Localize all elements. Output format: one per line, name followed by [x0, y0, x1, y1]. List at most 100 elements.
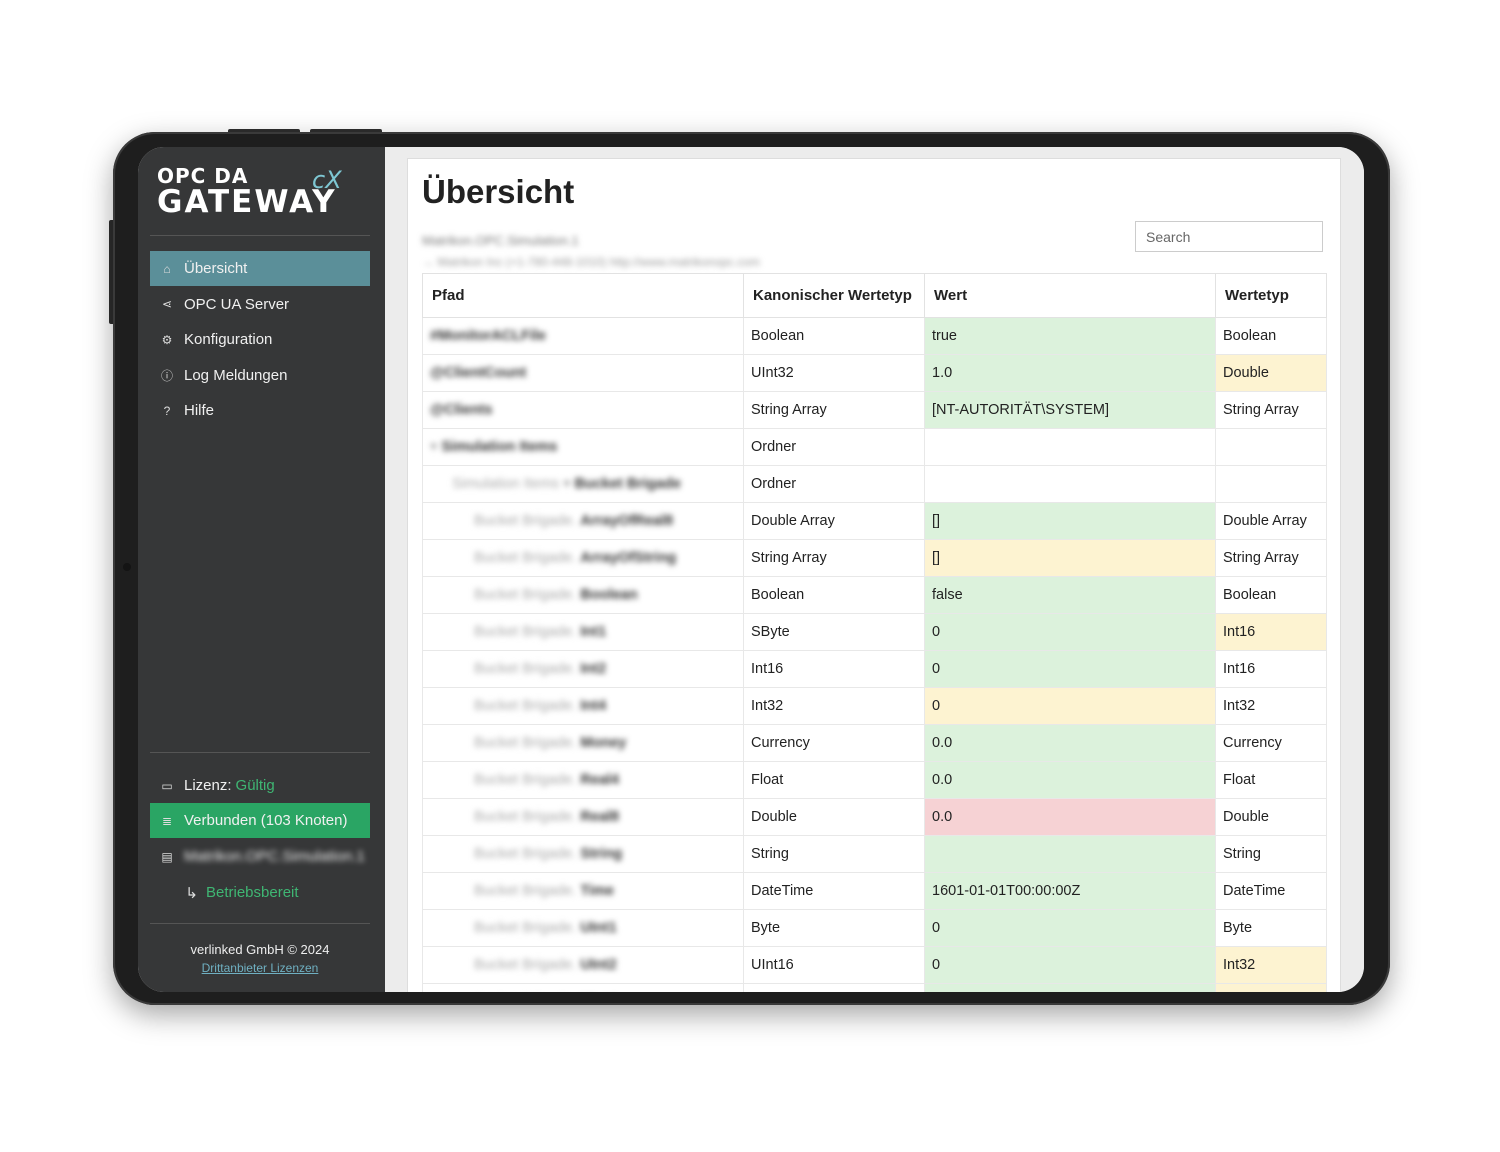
path-name: ArrayOfReal8	[580, 513, 674, 529]
path-prefix: ▾	[430, 439, 442, 455]
type-cell: Currency	[1215, 724, 1327, 762]
sidebar-item-hilfe[interactable]: ? Hilfe	[150, 393, 370, 428]
sidebar-item-log-meldungen[interactable]: ⓘ Log Meldungen	[150, 358, 370, 393]
type-cell: Double	[1215, 354, 1327, 392]
table-row[interactable]: @ClientCount UInt32 1.0 Double	[422, 354, 1327, 392]
path-text: @Clients	[430, 402, 492, 418]
value-cell: 0	[924, 613, 1216, 651]
search-input[interactable]	[1135, 221, 1323, 252]
third-party-licenses-link[interactable]: Drittanbieter Lizenzen	[150, 961, 370, 975]
path-name: UInt2	[580, 957, 617, 973]
type-cell: Double	[1215, 798, 1327, 836]
column-header-value[interactable]: Wert	[924, 273, 1216, 318]
table-row[interactable]: Bucket Brigade. Money Currency 0.0 Currency	[422, 724, 1327, 762]
path-name: Int2	[580, 661, 607, 677]
sidebar-item-label: OPC UA Server	[184, 295, 290, 313]
path-cell: #MonitorACLFile	[422, 317, 744, 355]
table-row[interactable]: ▾ Simulation Items Ordner	[422, 428, 1327, 466]
table-row[interactable]: Bucket Brigade. ArrayOfReal8 Double Array…	[422, 502, 1327, 540]
camera-dot	[123, 563, 131, 571]
value-cell: 0	[924, 687, 1216, 725]
sidebar-item-konfiguration[interactable]: ⚙ Konfiguration	[150, 322, 370, 357]
type-cell: String	[1215, 835, 1327, 873]
column-header-path[interactable]: Pfad	[422, 273, 744, 318]
canonical-type-cell: UInt32	[743, 354, 925, 392]
sidebar: OPC DA GATEWAY cX ⌂ Übersicht ⋖ OPC UA Serv…	[138, 147, 385, 992]
server-status: ↳ Betriebsbereit	[150, 875, 370, 910]
nodes-table: Pfad Kanonischer Wertetyp Wert Wertetyp …	[422, 273, 1327, 992]
help-circle-icon: ?	[163, 403, 171, 418]
table-row[interactable]: #MonitorACLFile Boolean true Boolean	[422, 317, 1327, 355]
path-cell: Bucket Brigade. Int2	[422, 650, 744, 688]
server-entry[interactable]: ▤ Matrikon.OPC.Simulation.1	[150, 839, 370, 874]
value-cell	[924, 428, 1216, 466]
table-row[interactable]: @Clients String Array [NT-AUTORITÄT\SYSTEM…	[422, 391, 1327, 429]
sidebar-footer: verlinked GmbH © 2024 Drittanbieter Lize…	[150, 942, 370, 975]
connection-status[interactable]: ≣ Verbunden (103 Knoten)	[150, 803, 370, 838]
value-cell	[924, 835, 1216, 873]
table-row[interactable]: Bucket Brigade. String String String	[422, 835, 1327, 873]
value-cell: []	[924, 502, 1216, 540]
type-cell: Byte	[1215, 909, 1327, 947]
type-cell: String Array	[1215, 539, 1327, 577]
value-cell: 0.0	[924, 983, 1216, 992]
path-cell: Bucket Brigade. UInt2	[422, 946, 744, 984]
table-row[interactable]: Bucket Brigade. Real8 Double 0.0 Double	[422, 798, 1327, 836]
value-cell: 1.0	[924, 354, 1216, 392]
path-name: Int1	[580, 624, 607, 640]
gear-icon: ⚙	[161, 332, 173, 347]
arrow-return-icon: ↳	[185, 884, 198, 902]
type-cell: Float	[1215, 761, 1327, 799]
table-row[interactable]: Bucket Brigade. Int2 Int16 0 Int16	[422, 650, 1327, 688]
type-cell: DateTime	[1215, 872, 1327, 910]
type-cell: Int32	[1215, 687, 1327, 725]
path-cell: Bucket Brigade. Boolean	[422, 576, 744, 614]
table-row[interactable]: Bucket Brigade. ArrayOfString String Arra…	[422, 539, 1327, 577]
sidebar-item-übersicht[interactable]: ⌂ Übersicht	[150, 251, 370, 286]
server-icon: ▤	[161, 849, 173, 864]
path-text: Bucket Brigade. Money	[474, 735, 626, 751]
path-name: Int4	[580, 698, 607, 714]
canonical-type-cell: Ordner	[743, 465, 925, 503]
sidebar-item-label: Übersicht	[184, 260, 248, 277]
column-header-type[interactable]: Wertetyp	[1215, 273, 1327, 318]
overview-panel: Übersicht Matrikon.OPC.Simulation.1 → Ma…	[407, 158, 1341, 992]
path-text: Bucket Brigade. Real4	[474, 772, 619, 788]
path-cell: Bucket Brigade. String	[422, 835, 744, 873]
path-name: String	[580, 846, 623, 862]
path-prefix: Bucket Brigade.	[474, 698, 581, 714]
table-row[interactable]: Bucket Brigade. Real4 Float 0.0 Float	[422, 761, 1327, 799]
server-status-text: Betriebsbereit	[206, 884, 299, 901]
table-row[interactable]: Bucket Brigade. Boolean Boolean false Boole…	[422, 576, 1327, 614]
path-name: ArrayOfString	[580, 550, 677, 566]
path-prefix: Bucket Brigade.	[474, 846, 581, 862]
table-row[interactable]: Bucket Brigade. UInt4UInt320.0Double	[422, 983, 1327, 992]
canonical-type-cell: Boolean	[743, 576, 925, 614]
main-content: Übersicht Matrikon.OPC.Simulation.1 → Ma…	[385, 147, 1364, 992]
type-cell: Int16	[1215, 650, 1327, 688]
path-cell: Bucket Brigade. ArrayOfReal8	[422, 502, 744, 540]
path-prefix: Bucket Brigade.	[474, 735, 581, 751]
table-row[interactable]: Simulation Items ▾ Bucket Brigade Ordner	[422, 465, 1327, 503]
canonical-type-cell: Ordner	[743, 428, 925, 466]
value-cell: 0	[924, 909, 1216, 947]
path-cell: ▾ Simulation Items	[422, 428, 744, 466]
type-cell	[1215, 465, 1327, 503]
sidebar-item-opc-ua-server[interactable]: ⋖ OPC UA Server	[150, 287, 370, 322]
license-value: Gültig	[235, 777, 275, 794]
canonical-type-cell: String Array	[743, 391, 925, 429]
column-header-canonical-type[interactable]: Kanonischer Wertetyp	[743, 273, 925, 318]
table-row[interactable]: Bucket Brigade. Int4 Int32 0 Int32	[422, 687, 1327, 725]
path-name: @Clients	[430, 402, 493, 418]
path-text: Bucket Brigade. Boolean	[474, 587, 638, 603]
path-prefix: Bucket Brigade.	[474, 772, 581, 788]
table-row[interactable]: Bucket Brigade. UInt1 Byte 0 Byte	[422, 909, 1327, 947]
table-row[interactable]: Bucket Brigade. UInt2 UInt16 0 Int32	[422, 946, 1327, 984]
table-header-row: Pfad Kanonischer Wertetyp Wert Wertetyp	[422, 273, 1327, 318]
table-row[interactable]: Bucket Brigade. Int1 SByte 0 Int16	[422, 613, 1327, 651]
path-text: Bucket Brigade. UInt2	[474, 957, 617, 973]
path-name: Real4	[580, 772, 620, 788]
server-name: Matrikon.OPC.Simulation.1	[184, 848, 365, 865]
table-row[interactable]: Bucket Brigade. Time DateTime 1601-01-01T0…	[422, 872, 1327, 910]
canonical-type-cell: String	[743, 835, 925, 873]
